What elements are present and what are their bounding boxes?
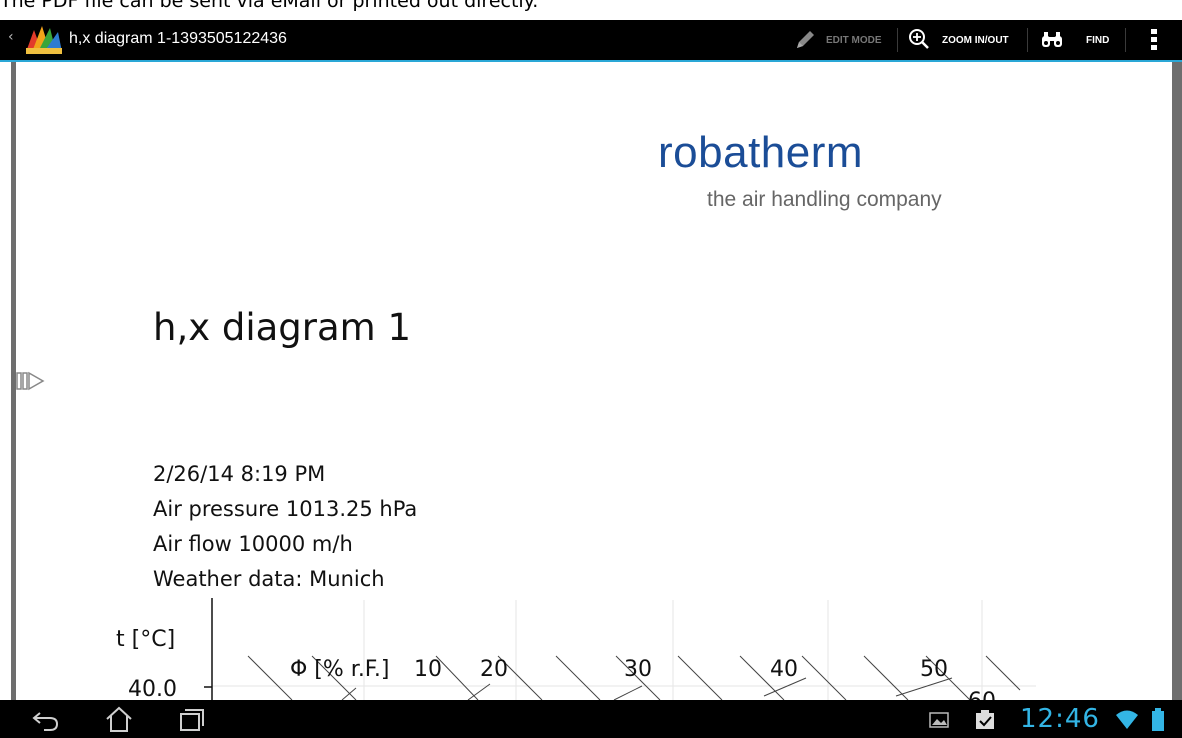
top-caption: The PDF file can be sent via eMail or pr… [0, 0, 539, 12]
pencil-icon [797, 31, 814, 48]
back-icon[interactable] [30, 705, 62, 733]
meta-weather: Weather data: Munich [153, 567, 385, 591]
rh-label-10: 10 [414, 657, 442, 682]
rh-label-30: 30 [624, 657, 652, 682]
document-title: h,x diagram 1-1393505122436 [69, 30, 287, 47]
drawer-handle-icon[interactable] [16, 371, 46, 391]
pdf-page[interactable]: robatherm the air handling company h,x d… [16, 62, 1172, 700]
rh-label-60: 60 [968, 689, 996, 700]
edit-mode-label: EDIT MODE [826, 34, 882, 46]
battery-icon [1152, 708, 1164, 731]
t-axis-label: t [°C] [116, 627, 175, 652]
action-bar: ‹ h,x diagram 1-1393505122436 EDIT MODE … [0, 20, 1182, 62]
back-caret-icon[interactable]: ‹ [8, 29, 14, 45]
find-button[interactable]: FIND [1040, 20, 1109, 60]
rh-label-40: 40 [770, 657, 798, 682]
status-clock: 12:46 [1020, 704, 1100, 734]
task-notification-icon[interactable] [973, 705, 997, 733]
zoom-in-icon [909, 29, 929, 49]
brand-tagline: the air handling company [707, 188, 942, 211]
page-border-right [1172, 62, 1182, 700]
page-title: h,x diagram 1 [153, 306, 412, 349]
overflow-menu-icon[interactable] [1146, 26, 1162, 54]
recent-apps-icon[interactable] [176, 705, 208, 733]
phi-label: Φ [% r.F.] [290, 657, 390, 682]
zoom-label: ZOOM IN/OUT [942, 34, 1009, 46]
divider [1125, 28, 1126, 52]
edit-mode-button[interactable]: EDIT MODE [792, 20, 882, 60]
rh-label-20: 20 [480, 657, 508, 682]
binoculars-icon [1042, 32, 1062, 47]
t-tick-label: 40.0 [128, 677, 177, 700]
system-bar: 12:46 [0, 700, 1182, 738]
hx-diagram-chart: t [°C] 40.0 Φ [% r.F.] 10 20 30 40 50 60 [116, 598, 1036, 700]
zoom-button[interactable]: ZOOM IN/OUT [906, 20, 1009, 60]
chart-grid [212, 600, 1036, 700]
divider [1027, 28, 1028, 52]
meta-air-pressure: Air pressure 1013.25 hPa [153, 497, 418, 521]
find-label: FIND [1086, 34, 1110, 46]
gallery-notification-icon[interactable] [928, 705, 950, 733]
brand-logo-text: robatherm [658, 128, 864, 177]
wifi-icon [1116, 710, 1138, 729]
meta-datetime: 2/26/14 8:19 PM [153, 462, 326, 486]
meta-air-flow: Air flow 10000 m/h [153, 532, 353, 556]
divider [897, 28, 898, 52]
app-logo-icon[interactable] [20, 22, 64, 58]
rh-label-50: 50 [920, 657, 948, 682]
home-icon[interactable] [103, 705, 135, 733]
